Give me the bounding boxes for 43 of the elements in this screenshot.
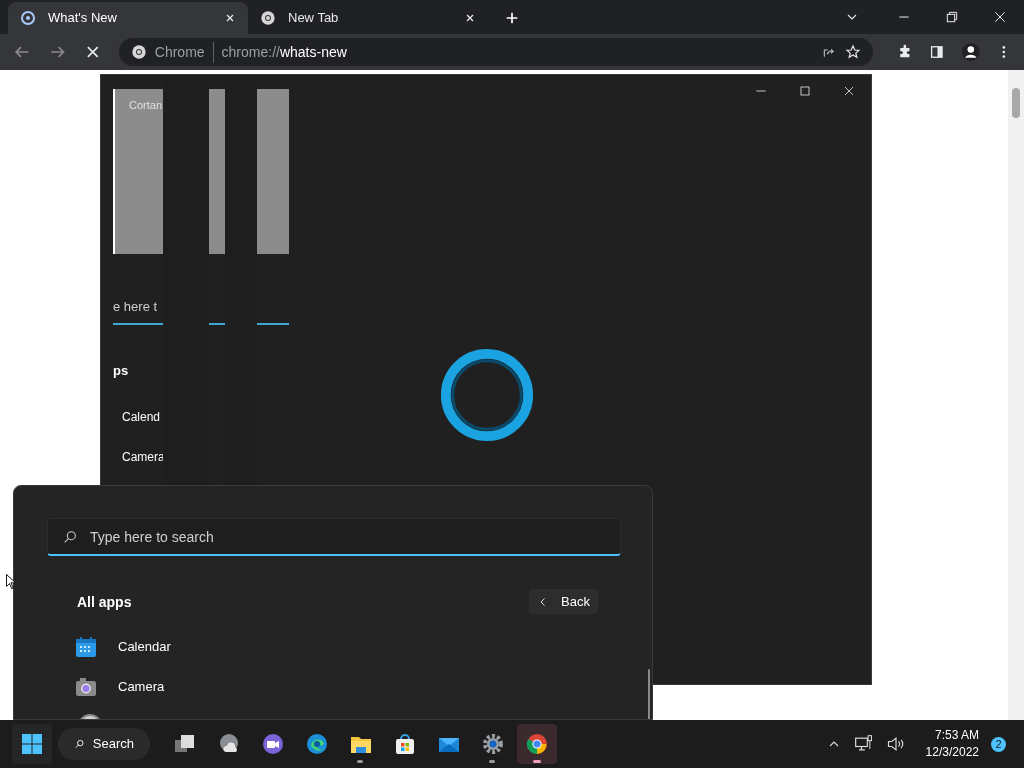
side-panel-icon[interactable] <box>929 44 945 60</box>
store-bag-icon <box>393 732 417 756</box>
clock[interactable]: 7:53 AM 12/3/2022 <box>925 727 979 761</box>
chrome-icon <box>525 732 549 756</box>
close-icon[interactable] <box>992 9 1008 25</box>
app-list-item[interactable]: Camera <box>74 672 181 702</box>
back-button[interactable]: Back <box>529 589 598 614</box>
windows-logo-icon <box>20 732 44 756</box>
new-tab-icon[interactable] <box>504 10 520 26</box>
star-icon[interactable] <box>845 44 862 60</box>
browser-tab[interactable]: What's New <box>8 2 248 34</box>
cursor-icon <box>5 572 17 592</box>
video-chat-icon <box>261 732 285 756</box>
section-heading: All apps <box>77 593 132 612</box>
ghost-app-label: Calend <box>122 409 161 426</box>
address-bar[interactable]: Chrome chrome://whats-new <box>118 38 874 66</box>
cortana-ring-icon <box>438 346 536 444</box>
start-button[interactable] <box>12 724 52 764</box>
edge-icon <box>305 732 329 756</box>
browser-tab[interactable]: New Tab <box>248 2 488 34</box>
close-tab-icon[interactable] <box>464 12 476 24</box>
ghost-search-text: e here t <box>113 298 158 316</box>
search-field[interactable]: Type here to search <box>47 518 621 556</box>
app-list-item[interactable]: Calendar <box>74 632 187 662</box>
notification-badge[interactable]: 2 <box>991 736 1006 752</box>
close-tab-icon[interactable] <box>224 12 236 24</box>
scrollbar-thumb[interactable] <box>648 669 650 719</box>
restore-icon[interactable] <box>944 9 960 25</box>
ghost-heading: ps <box>113 362 129 380</box>
gear-icon <box>481 732 505 756</box>
search-icon <box>62 529 78 545</box>
tab-favicon-icon <box>260 10 276 26</box>
calendar-icon <box>74 635 98 659</box>
volume-icon[interactable] <box>885 734 906 754</box>
scrollbar[interactable] <box>1008 70 1024 720</box>
maximize-icon[interactable] <box>797 83 813 99</box>
camera-icon <box>74 675 98 699</box>
search-button[interactable]: Search <box>58 728 150 760</box>
tab-favicon-icon <box>20 10 36 26</box>
chrome-icon <box>130 44 147 60</box>
profile-icon[interactable] <box>960 42 981 62</box>
ghost-title: Cortan <box>129 98 163 113</box>
taskbar-app-button[interactable] <box>517 724 557 764</box>
